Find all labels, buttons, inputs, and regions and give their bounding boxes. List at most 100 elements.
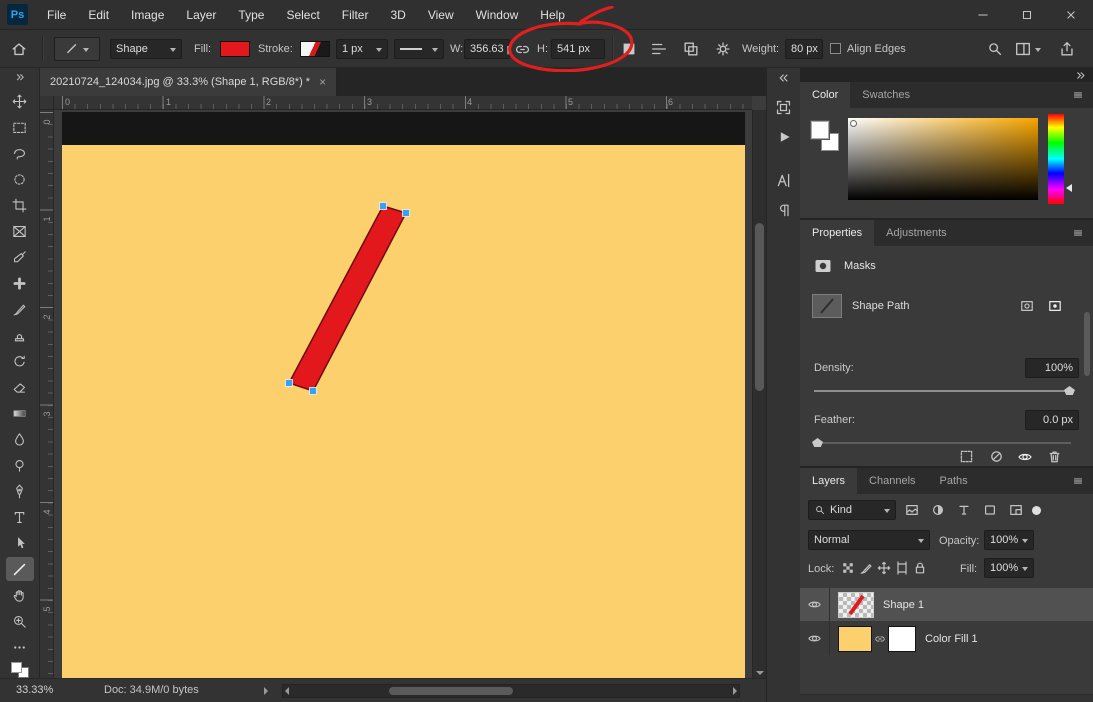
spot-healing-brush-tool[interactable] (6, 271, 34, 295)
lasso-tool[interactable] (6, 141, 34, 165)
color-swatches-control[interactable] (10, 662, 29, 678)
stroke-swatch[interactable] (300, 41, 330, 57)
horizontal-scrollbar[interactable] (282, 684, 740, 698)
panel-button-navigator[interactable] (771, 95, 797, 119)
document-tab[interactable]: 20210724_124034.jpg @ 33.3% (Shape 1, RG… (40, 68, 338, 96)
blend-mode-select[interactable]: Normal (808, 530, 930, 550)
crop-tool[interactable] (6, 193, 34, 217)
lock-paint-icon[interactable] (858, 560, 874, 576)
feather-field[interactable]: 0.0 px (1025, 410, 1079, 430)
tab-paths[interactable]: Paths (928, 468, 980, 494)
panel-scrollbar-thumb[interactable] (1084, 312, 1090, 376)
red-line-shape[interactable] (287, 205, 408, 392)
move-tool[interactable] (6, 89, 34, 113)
gear-icon[interactable] (714, 40, 732, 58)
tab-layers[interactable]: Layers (800, 468, 858, 494)
add-pixel-mask-icon[interactable] (1018, 298, 1036, 314)
horizontal-scrollbar-thumb[interactable] (389, 687, 513, 695)
zoom-tool[interactable] (6, 609, 34, 633)
menu-type[interactable]: Type (227, 0, 275, 30)
filter-adjustment-layers-icon[interactable] (929, 502, 947, 518)
panel-button-paragraph[interactable] (771, 198, 797, 222)
minimize-button[interactable] (961, 0, 1005, 30)
clone-stamp-tool[interactable] (6, 323, 34, 347)
home-icon[interactable] (10, 40, 28, 58)
panel-scrollbar[interactable] (1083, 290, 1091, 440)
gradient-tool[interactable] (6, 401, 34, 425)
link-dimensions-icon[interactable] (514, 41, 531, 58)
lock-transparency-icon[interactable] (840, 560, 856, 576)
menu-layer[interactable]: Layer (175, 0, 227, 30)
vertical-scrollbar[interactable] (752, 110, 766, 678)
eraser-tool[interactable] (6, 375, 34, 399)
close-button[interactable] (1049, 0, 1093, 30)
layer-row-shape1[interactable]: Shape 1 (800, 588, 1093, 621)
hue-slider-marker[interactable] (1066, 184, 1072, 192)
tab-swatches[interactable]: Swatches (850, 82, 922, 108)
brush-tool[interactable] (6, 297, 34, 321)
shape-path-thumbnail[interactable] (812, 294, 842, 318)
tool-mode-select[interactable]: Shape (110, 39, 182, 59)
visibility-toggle[interactable] (800, 588, 830, 621)
fill-swatch[interactable] (220, 41, 250, 57)
workspace-switcher-button[interactable] (1014, 40, 1041, 58)
zoom-level-field[interactable]: 33.33% (16, 684, 53, 696)
density-slider-thumb[interactable] (1064, 386, 1075, 395)
tab-properties[interactable]: Properties (800, 220, 875, 246)
layer-fill-select[interactable]: 100% (984, 558, 1034, 578)
lock-artboard-icon[interactable] (894, 560, 910, 576)
shape-layer-overlay[interactable] (62, 112, 745, 678)
filter-type-layers-icon[interactable] (955, 502, 973, 518)
density-field[interactable]: 100% (1025, 358, 1079, 378)
panel-menu-icon[interactable] (1071, 89, 1085, 101)
scroll-right-arrow[interactable] (733, 687, 737, 695)
line-tool[interactable] (5, 557, 34, 582)
filter-smart-objects-icon[interactable] (1007, 502, 1025, 518)
feather-slider[interactable] (812, 438, 1071, 447)
density-slider[interactable] (814, 386, 1075, 395)
canvas-viewport[interactable] (54, 110, 752, 678)
vertical-ruler[interactable]: 0 1 2 3 4 5 (40, 110, 54, 678)
dodge-tool[interactable] (6, 453, 34, 477)
panel-menu-icon[interactable] (1071, 475, 1085, 487)
eye-icon[interactable] (1016, 449, 1034, 465)
filter-shape-layers-icon[interactable] (981, 502, 999, 518)
mask-selection-icon[interactable] (958, 448, 975, 465)
shape-width-field[interactable]: 356.63 p (464, 39, 510, 59)
edit-toolbar-button[interactable] (6, 635, 34, 659)
history-brush-tool[interactable] (6, 349, 34, 373)
collapse-panels-icon[interactable] (1074, 70, 1087, 81)
tool-preset-button[interactable] (54, 37, 100, 61)
feather-slider-thumb[interactable] (812, 438, 823, 447)
panel-menu-icon[interactable] (1071, 227, 1085, 239)
close-tab-icon[interactable]: × (319, 75, 326, 89)
filter-pixel-layers-icon[interactable] (903, 502, 921, 518)
status-expand-arrow[interactable] (264, 687, 268, 695)
eyedropper-tool[interactable] (6, 245, 34, 269)
menu-select[interactable]: Select (275, 0, 330, 30)
menu-file[interactable]: File (36, 0, 77, 30)
menu-view[interactable]: View (417, 0, 465, 30)
shape-height-field[interactable]: 541 px (551, 39, 605, 59)
layer-name[interactable]: Shape 1 (883, 599, 924, 611)
add-vector-mask-icon[interactable] (1046, 298, 1064, 314)
opacity-select[interactable]: 100% (984, 530, 1034, 550)
menu-3d[interactable]: 3D (379, 0, 416, 30)
align-edges-checkbox[interactable] (830, 43, 841, 54)
mask-link-icon[interactable] (874, 633, 886, 645)
pen-tool[interactable] (6, 479, 34, 503)
menu-filter[interactable]: Filter (331, 0, 380, 30)
horizontal-ruler[interactable]: 0 1 2 3 4 5 6 (54, 96, 752, 110)
menu-window[interactable]: Window (465, 0, 530, 30)
layer-thumbnail[interactable] (838, 591, 874, 618)
fill-layer-thumbnail[interactable] (838, 625, 872, 652)
stroke-style-select[interactable] (394, 39, 444, 59)
menu-edit[interactable]: Edit (77, 0, 120, 30)
path-arrangement-icon[interactable] (682, 40, 700, 58)
menu-help[interactable]: Help (529, 0, 576, 30)
stroke-width-select[interactable]: 1 px (336, 39, 388, 59)
menu-image[interactable]: Image (120, 0, 175, 30)
blur-tool[interactable] (6, 427, 34, 451)
maximize-button[interactable] (1005, 0, 1049, 30)
panel-button-actions[interactable] (771, 125, 797, 149)
